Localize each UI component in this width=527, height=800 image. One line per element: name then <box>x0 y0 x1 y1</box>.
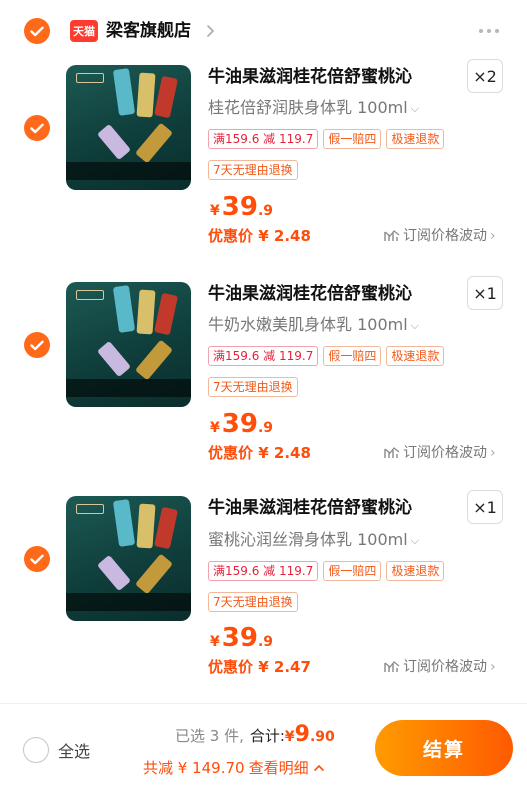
price-trend-icon <box>384 447 400 458</box>
product-image[interactable] <box>66 65 191 190</box>
product-image-banner <box>66 593 191 611</box>
chevron-down-icon: ⌵ <box>410 318 420 332</box>
view-details-link[interactable]: 查看明细 <box>249 757 309 778</box>
price-watch-link[interactable]: 订阅价格波动 › <box>384 657 496 677</box>
check-icon <box>30 123 44 133</box>
guarantee-tag: 假一赔四 <box>323 129 382 149</box>
promo-tags: 满159.6 减 119.7 假一赔四 极速退款 <box>208 561 445 581</box>
order-summary: 已选 3 件, 合计: ¥9.90 <box>175 722 335 747</box>
discounted-price: 优惠价 ¥ 2.48 <box>208 444 311 462</box>
tmall-logo: 天猫 <box>70 20 98 42</box>
price-trend-icon <box>384 661 400 672</box>
return-tag: 7天无理由退换 <box>208 377 298 397</box>
product-image[interactable] <box>66 496 191 621</box>
checkout-button[interactable]: 结算 <box>375 720 513 776</box>
cart-item: 牛油果滋润桂花倍舒蜜桃沁 ×1 蜜桃沁润丝滑身体乳 100ml ⌵ 满159.6 … <box>0 490 527 706</box>
check-icon <box>30 340 44 350</box>
item-select-checkbox[interactable] <box>24 115 50 141</box>
product-spec[interactable]: 牛奶水嫩美肌身体乳 100ml ⌵ <box>208 314 419 337</box>
coupon-tag: 满159.6 减 119.7 <box>208 129 319 149</box>
product-image[interactable] <box>66 282 191 407</box>
item-price: ¥39.9 <box>210 409 273 439</box>
product-title[interactable]: 牛油果滋润桂花倍舒蜜桃沁 <box>208 496 412 520</box>
check-icon <box>30 554 44 564</box>
item-price: ¥39.9 <box>210 192 273 222</box>
price-watch-link[interactable]: 订阅价格波动 › <box>384 443 496 463</box>
product-spec[interactable]: 蜜桃沁润丝滑身体乳 100ml ⌵ <box>208 529 419 552</box>
item-price: ¥39.9 <box>210 623 273 653</box>
shop-name[interactable]: 梁客旗舰店 <box>106 18 191 44</box>
promo-tags: 满159.6 减 119.7 假一赔四 极速退款 <box>208 346 445 366</box>
discount-amount: 共减 ¥ 149.70 <box>143 759 245 777</box>
chevron-down-icon: ⌵ <box>410 101 420 115</box>
cart-item: 牛油果滋润桂花倍舒蜜桃沁 ×1 牛奶水嫩美肌身体乳 100ml ⌵ 满159.6 … <box>0 276 527 489</box>
discount-details[interactable]: 共减 ¥ 149.70 查看明细 <box>143 757 325 778</box>
coupon-tag: 满159.6 减 119.7 <box>208 561 319 581</box>
discounted-price: 优惠价 ¥ 2.47 <box>208 658 311 676</box>
checkout-bar: 全选 已选 3 件, 合计: ¥9.90 共减 ¥ 149.70 查看明细 结算 <box>0 703 527 800</box>
total-label: 合计: <box>249 727 285 745</box>
refund-tag: 极速退款 <box>386 129 445 149</box>
refund-tag: 极速退款 <box>386 346 445 366</box>
shop-select-checkbox[interactable] <box>24 18 50 44</box>
product-image-banner <box>66 162 191 180</box>
shop-header: 天猫 梁客旗舰店 <box>0 0 527 62</box>
coupon-tag: 满159.6 减 119.7 <box>208 346 319 366</box>
discounted-price: 优惠价 ¥ 2.48 <box>208 227 311 245</box>
price-watch-link[interactable]: 订阅价格波动 › <box>384 226 496 246</box>
guarantee-tag: 假一赔四 <box>323 561 382 581</box>
promo-tags: 满159.6 减 119.7 假一赔四 极速退款 <box>208 129 445 149</box>
item-select-checkbox[interactable] <box>24 546 50 572</box>
spec-label: 牛奶水嫩美肌身体乳 100ml <box>208 315 408 334</box>
product-spec[interactable]: 桂花倍舒润肤身体乳 100ml ⌵ <box>208 97 419 120</box>
item-select-checkbox[interactable] <box>24 332 50 358</box>
chevron-up-icon <box>313 764 324 771</box>
guarantee-tag: 假一赔四 <box>323 346 382 366</box>
spec-label: 蜜桃沁润丝滑身体乳 100ml <box>208 530 408 549</box>
quantity-selector[interactable]: ×1 <box>467 276 503 310</box>
brand-mark <box>76 290 104 300</box>
chevron-down-icon: ⌵ <box>410 533 420 547</box>
spec-label: 桂花倍舒润肤身体乳 100ml <box>208 98 408 117</box>
check-icon <box>30 26 44 36</box>
selected-count: 已选 3 件, <box>175 727 244 745</box>
select-all-label[interactable]: 全选 <box>58 738 90 762</box>
refund-tag: 极速退款 <box>386 561 445 581</box>
product-title[interactable]: 牛油果滋润桂花倍舒蜜桃沁 <box>208 65 412 89</box>
quantity-selector[interactable]: ×1 <box>467 490 503 524</box>
total-price: ¥9.90 <box>284 722 335 747</box>
product-image-banner <box>66 379 191 397</box>
brand-mark <box>76 504 104 514</box>
return-tag: 7天无理由退换 <box>208 592 298 612</box>
price-trend-icon <box>384 230 400 241</box>
product-title[interactable]: 牛油果滋润桂花倍舒蜜桃沁 <box>208 282 412 306</box>
chevron-right-icon[interactable] <box>204 21 218 41</box>
more-options-icon[interactable] <box>479 29 499 33</box>
quantity-selector[interactable]: ×2 <box>467 59 503 93</box>
select-all-checkbox[interactable] <box>23 737 49 763</box>
cart-item: 牛油果滋润桂花倍舒蜜桃沁 ×2 桂花倍舒润肤身体乳 100ml ⌵ 满159.6 … <box>0 59 527 272</box>
return-tag: 7天无理由退换 <box>208 160 298 180</box>
brand-mark <box>76 73 104 83</box>
